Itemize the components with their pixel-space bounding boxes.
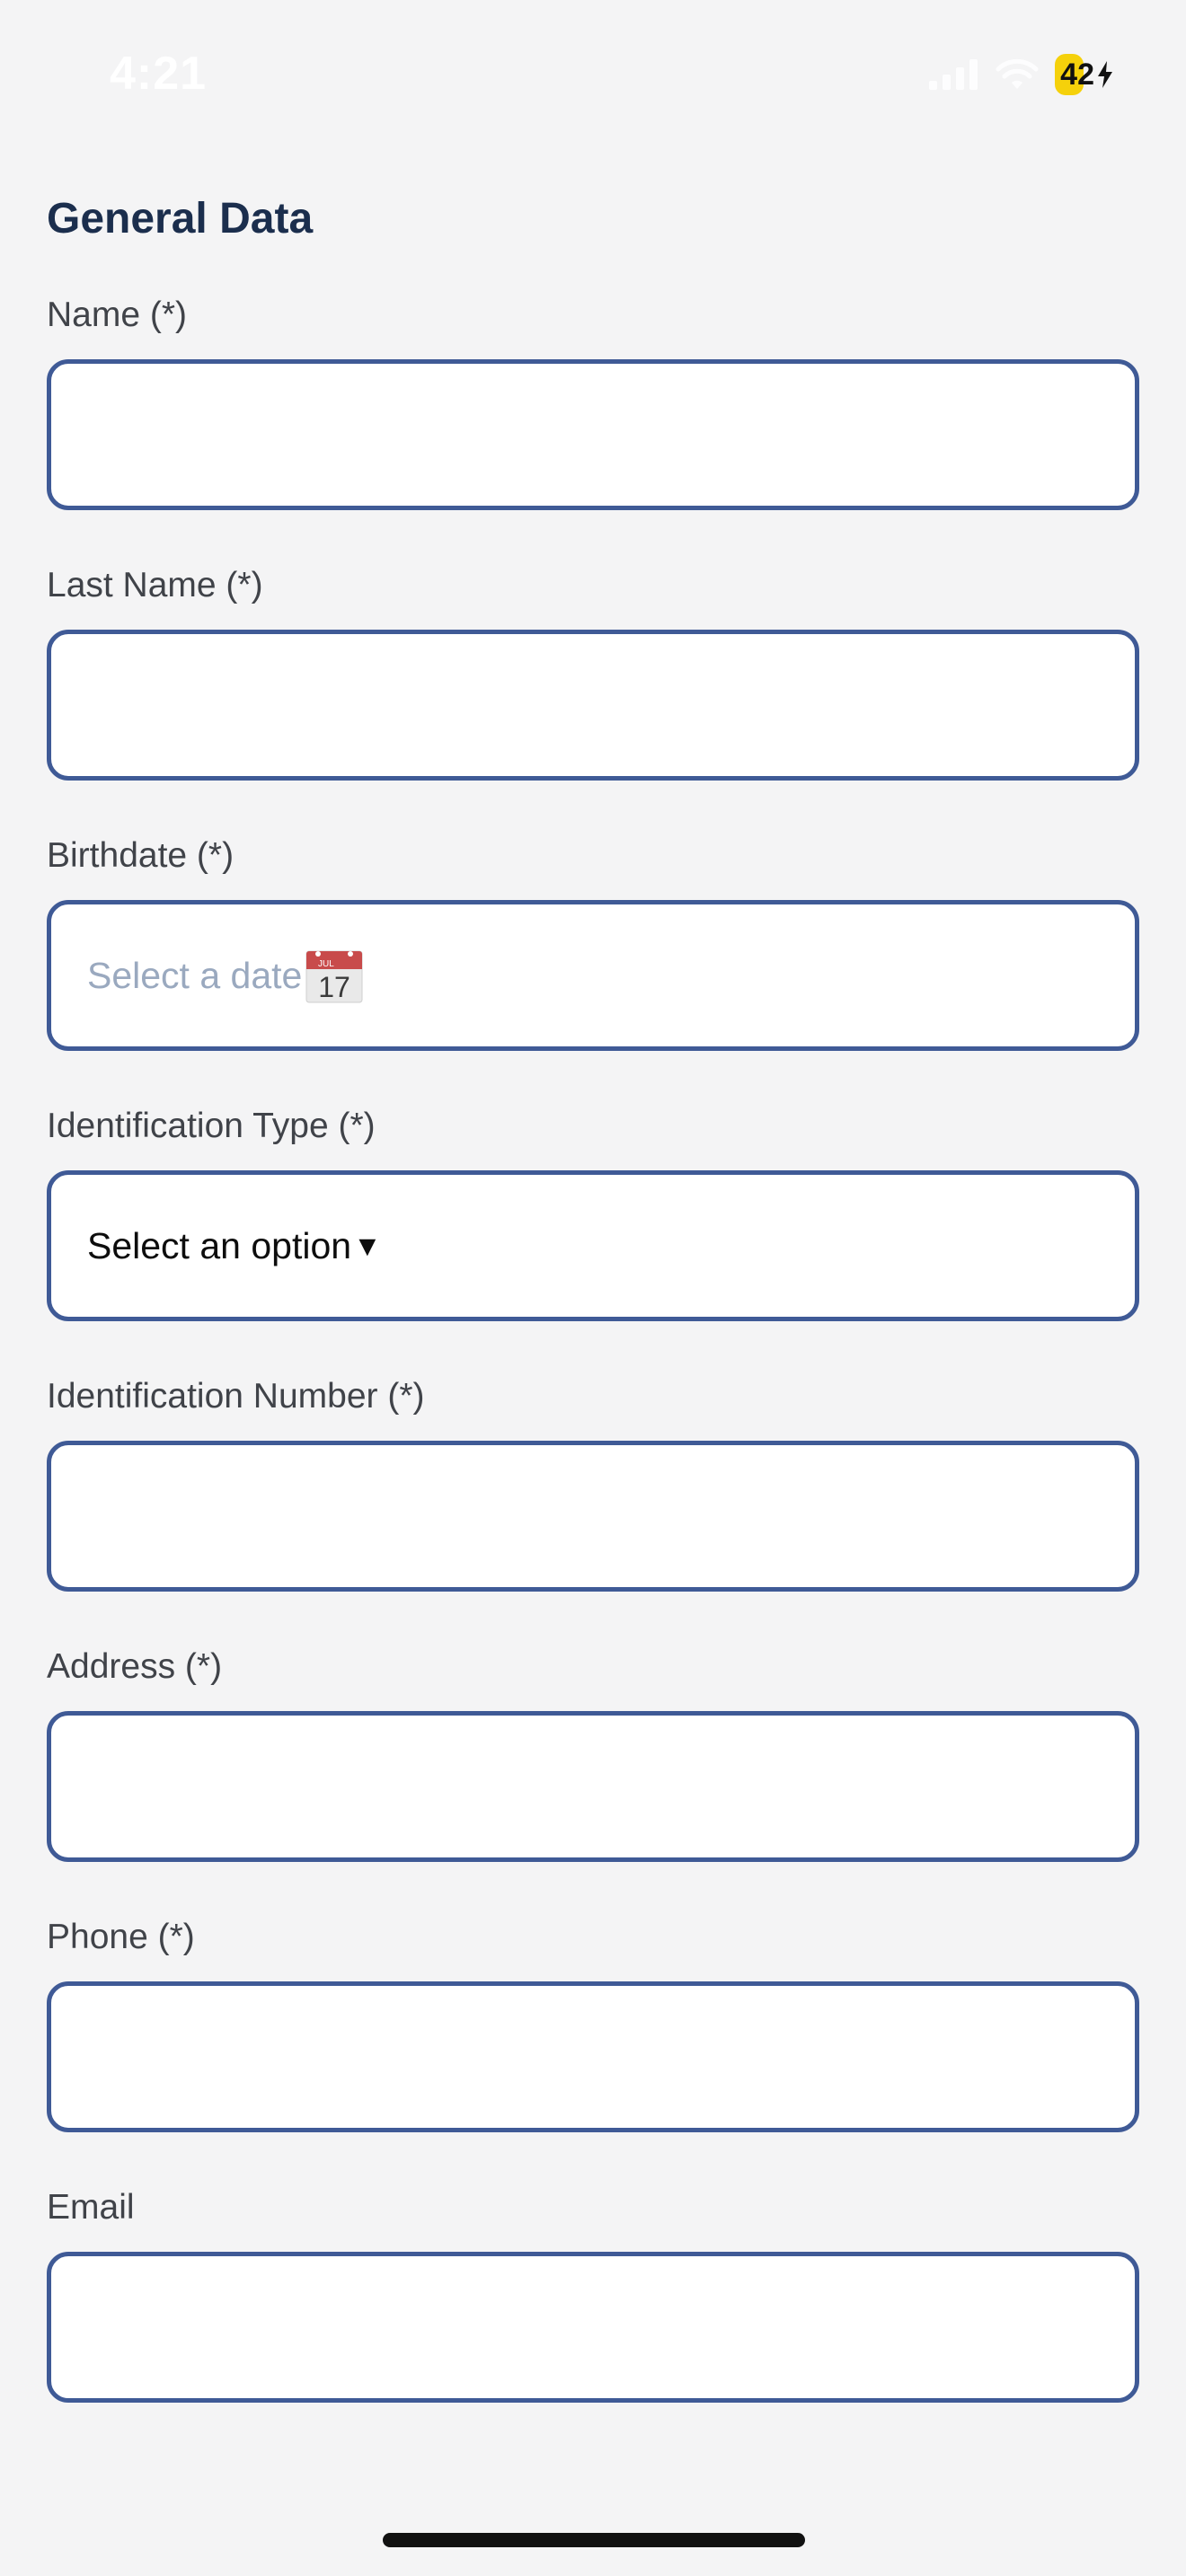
name-input[interactable] [47, 359, 1139, 510]
birthdate-placeholder: Select a date [87, 954, 303, 996]
email-field-group: Email [47, 2185, 1139, 2403]
phone-input[interactable] [47, 1981, 1139, 2132]
id-number-field-group: Identification Number (*) [47, 1374, 1139, 1592]
name-label: Name (*) [47, 296, 188, 334]
birthdate-input[interactable]: Select a date JUL 17 [47, 900, 1139, 1051]
email-label: Email [47, 2188, 135, 2227]
home-indicator[interactable] [383, 2533, 805, 2547]
email-input[interactable] [47, 2252, 1139, 2403]
id-type-label: Identification Type (*) [47, 1107, 376, 1145]
id-type-select[interactable]: Select an option ▼ [47, 1170, 1139, 1321]
id-number-label: Identification Number (*) [47, 1377, 425, 1416]
last-name-field-group: Last Name (*) [47, 563, 1139, 781]
battery-icon: 42 [1055, 54, 1123, 95]
birthdate-field-group: Birthdate (*) Select a date JUL 17 [47, 834, 1139, 1051]
last-name-label: Last Name (*) [47, 566, 263, 604]
signal-icon [929, 59, 978, 90]
phone-label: Phone (*) [47, 1918, 195, 1956]
section-title: General Data [47, 195, 314, 243]
calendar-day: 17 [319, 971, 351, 1003]
name-field-group: Name (*) [47, 293, 1139, 510]
status-bar: 4:21 42 [0, 0, 1186, 153]
id-number-input[interactable] [47, 1441, 1139, 1592]
address-input[interactable] [47, 1711, 1139, 1862]
id-type-field-group: Identification Type (*) Select an option… [47, 1104, 1139, 1321]
calendar-month: JUL [318, 959, 334, 969]
address-field-group: Address (*) [47, 1645, 1139, 1862]
last-name-input[interactable] [47, 630, 1139, 781]
status-icons: 42 [929, 54, 1123, 95]
id-type-selected: Select an option [87, 1224, 352, 1266]
birthdate-label: Birthdate (*) [47, 836, 235, 875]
general-data-form: General Data Name (*) Last Name (*) Birt… [47, 180, 1139, 2403]
phone-field-group: Phone (*) [47, 1915, 1139, 2132]
battery-level: 42 [1060, 57, 1094, 92]
status-time: 4:21 [110, 48, 208, 100]
caret-down-icon: ▼ [353, 1229, 382, 1262]
address-label: Address (*) [47, 1647, 223, 1686]
wifi-icon [996, 58, 1039, 89]
calendar-icon[interactable]: JUL 17 [305, 948, 363, 1003]
charging-bolt-icon [1098, 61, 1112, 88]
